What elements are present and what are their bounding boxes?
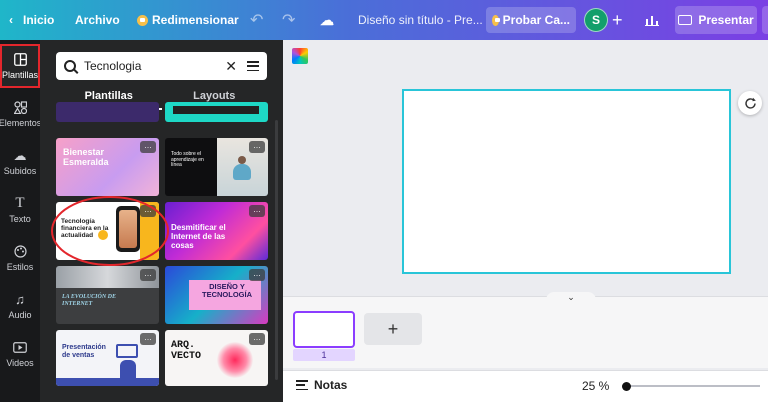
present-icon	[678, 15, 693, 25]
crown-icon	[492, 14, 500, 26]
template-thumb[interactable]: DISEÑO Y TECNOLOGÍA …	[165, 266, 268, 324]
zoom-slider[interactable]	[626, 385, 760, 387]
rail-item-uploads[interactable]: ☁ Subidos	[0, 140, 40, 184]
more-options-icon[interactable]: …	[249, 269, 265, 281]
page-filmstrip	[283, 296, 768, 368]
rail-label: Texto	[9, 214, 31, 224]
template-thumb-partial[interactable]	[165, 102, 268, 122]
add-collaborator-icon[interactable]: +	[612, 0, 623, 40]
bar-chart-icon	[645, 16, 659, 26]
present-button[interactable]: Presentar	[675, 6, 757, 34]
palette-icon	[13, 244, 27, 258]
notes-label: Notas	[314, 378, 348, 392]
undo-icon[interactable]: ↶	[250, 0, 263, 40]
rail-label: Subidos	[3, 166, 37, 176]
template-title: Desmitificar el Internet de las cosas	[171, 223, 226, 250]
stats-button[interactable]	[640, 7, 664, 33]
more-options-icon[interactable]: …	[249, 333, 265, 345]
try-pro-label: Probar Ca...	[502, 13, 570, 27]
add-page-button[interactable]: +	[364, 313, 422, 345]
red-circle-annotation	[51, 196, 169, 266]
back-chevron-icon[interactable]: ‹	[4, 0, 18, 40]
notes-icon	[296, 380, 308, 390]
template-icon	[13, 52, 27, 66]
music-icon: ♫	[15, 291, 25, 307]
clear-search-icon[interactable]: ✕	[225, 58, 237, 75]
rail-item-styles[interactable]: Estilos	[0, 236, 40, 280]
rail-item-text[interactable]: T Texto	[0, 188, 40, 232]
zoom-slider-knob[interactable]	[622, 382, 631, 391]
document-title[interactable]: Diseño sin título - Pre...	[358, 0, 483, 40]
more-options-icon[interactable]: …	[140, 141, 156, 153]
page-number: 1	[293, 349, 355, 361]
rail-label: Videos	[6, 358, 34, 368]
color-picker-icon[interactable]	[292, 48, 308, 64]
upload-cloud-icon: ☁	[13, 147, 27, 163]
elements-icon	[13, 100, 27, 114]
redo-icon[interactable]: ↷	[282, 0, 295, 40]
search-icon	[64, 60, 76, 72]
chevron-down-icon[interactable]: ⌄	[546, 292, 596, 302]
template-title: Todo sobre el aprendizaje en línea	[171, 151, 204, 168]
design-canvas[interactable]	[402, 89, 731, 274]
template-title: Bienestar Esmeralda	[63, 147, 109, 167]
rail-label: Plantillas	[1, 70, 39, 80]
rail-label: Audio	[8, 310, 32, 320]
rail-item-videos[interactable]: Videos	[0, 332, 40, 376]
template-thumb[interactable]: Presentación de ventas …	[56, 330, 159, 386]
notes-button[interactable]: Notas	[296, 378, 347, 392]
templates-panel: ✕ Plantillas Layouts Bienestar Esmeralda…	[40, 40, 283, 402]
template-thumb[interactable]: Todo sobre el aprendizaje en línea …	[165, 138, 268, 196]
try-pro-button[interactable]: Probar Ca...	[486, 7, 576, 33]
more-options-icon[interactable]: …	[249, 205, 265, 217]
template-title: DISEÑO Y TECNOLOGÍA	[202, 282, 252, 300]
rail-item-elements[interactable]: Elementos	[0, 92, 42, 136]
template-thumb[interactable]: Bienestar Esmeralda …	[56, 138, 159, 196]
more-options-icon[interactable]: …	[140, 269, 156, 281]
rail-item-audio[interactable]: ♫ Audio	[0, 284, 40, 328]
file-menu-button[interactable]: Archivo	[75, 0, 120, 40]
cloud-save-icon[interactable]: ☁	[320, 0, 334, 40]
template-title: Presentación de ventas	[62, 344, 106, 359]
more-options-icon[interactable]: …	[140, 333, 156, 345]
top-bar: ‹ Inicio Archivo Redimensionar ↶ ↷ ☁ Dis…	[0, 0, 768, 40]
page-thumbnail[interactable]	[293, 311, 355, 348]
rail-label: Estilos	[6, 262, 34, 272]
resize-button[interactable]: Redimensionar	[137, 0, 239, 40]
regenerate-icon[interactable]	[738, 91, 762, 115]
panel-scrollbar[interactable]	[275, 120, 278, 380]
zoom-level: 25 %	[582, 379, 610, 393]
template-thumb[interactable]: LA EVOLUCIÓN DE INTERNET …	[56, 266, 159, 324]
search-input[interactable]	[84, 59, 224, 73]
home-button[interactable]: Inicio	[23, 0, 54, 40]
template-thumb[interactable]: ARQ. VECTO …	[165, 330, 268, 386]
crown-icon	[137, 14, 148, 26]
video-icon	[13, 340, 27, 354]
filter-icon[interactable]	[247, 61, 259, 71]
more-options-icon[interactable]: …	[249, 141, 265, 153]
rail-label: Elementos	[0, 118, 42, 128]
template-title: LA EVOLUCIÓN DE INTERNET	[62, 294, 117, 307]
search-box[interactable]: ✕	[56, 52, 267, 80]
side-rail: Plantillas Elementos ☁ Subidos T Texto E…	[0, 40, 42, 402]
share-button[interactable]	[762, 6, 768, 34]
template-thumb[interactable]: Desmitificar el Internet de las cosas …	[165, 202, 268, 260]
template-thumb-partial[interactable]	[56, 102, 159, 122]
avatar[interactable]: S	[584, 8, 608, 32]
present-label: Presentar	[698, 13, 754, 27]
text-icon: T	[15, 194, 25, 211]
resize-label: Redimensionar	[152, 13, 239, 27]
rail-item-templates[interactable]: Plantillas	[0, 44, 40, 88]
